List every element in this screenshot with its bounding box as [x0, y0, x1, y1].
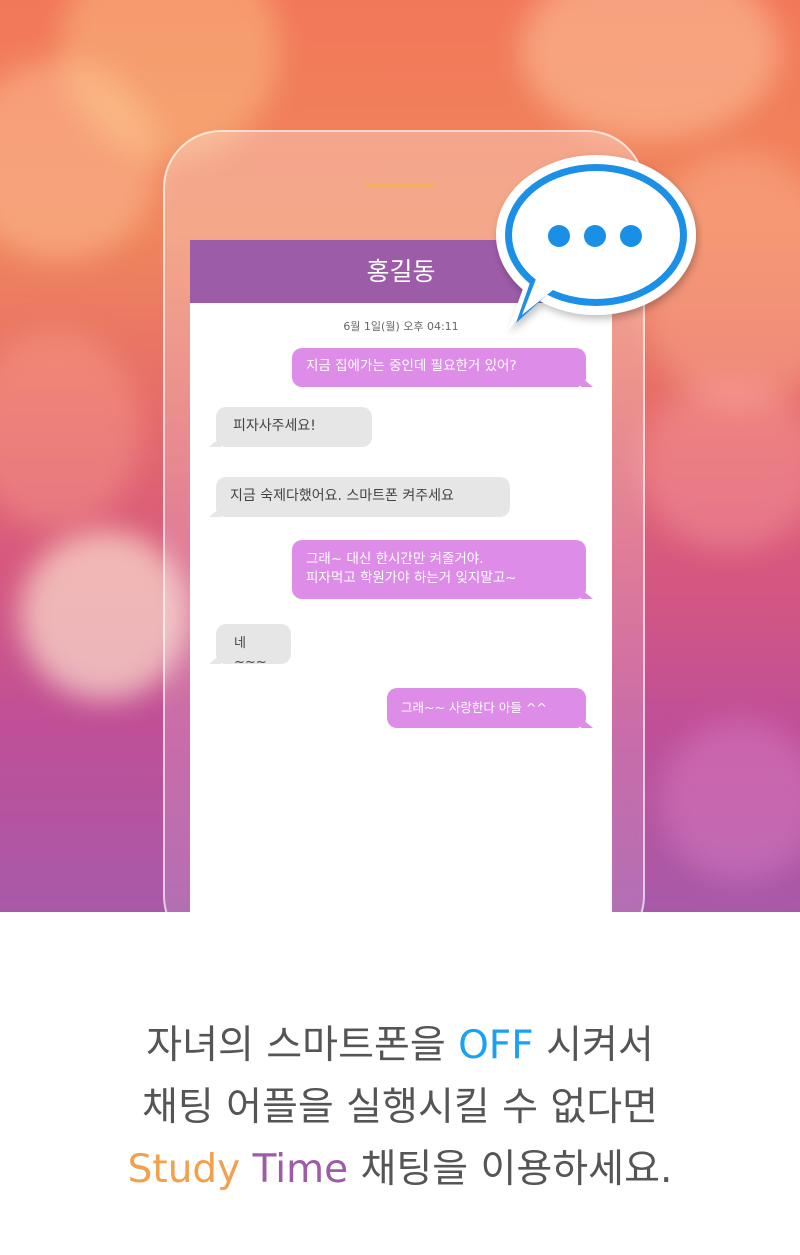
message-bubble-incoming: 네~~~: [209, 624, 291, 670]
message-bubble-incoming: 지금 숙제다했어요. 스마트폰 켜주세요: [209, 477, 510, 517]
promo-caption: 자녀의 스마트폰을 OFF 시켜서 채팅 어플을 실행시킬 수 없다면 Stud…: [0, 1015, 800, 1201]
caption-line-3: Study Time 채팅을 이용하세요.: [127, 1147, 673, 1192]
time-highlight: Time: [252, 1147, 349, 1192]
chat-screen: 홍길동 6월 1일(월) 오후 04:11 지금 집에가는 중인데 필요한거 있…: [190, 240, 612, 912]
phone-speaker: [365, 183, 435, 188]
caption-line-1: 자녀의 스마트폰을 OFF 시켜서: [146, 1023, 654, 1068]
study-highlight: Study: [127, 1147, 241, 1192]
message-bubble-outgoing: 그래~~ 사랑한다 아들 ^^: [387, 688, 593, 728]
off-highlight: OFF: [458, 1023, 534, 1068]
message-bubble-outgoing: 지금 집에가는 중인데 필요한거 있어?: [292, 348, 593, 387]
message-bubble-incoming: 피자사주세요!: [209, 407, 372, 447]
message-bubble-outgoing: 그래~ 대신 한시간만 켜줄거야. 피자먹고 학원가야 하는거 잊지말고~: [292, 540, 593, 599]
speech-bubble-typing-icon: [496, 155, 696, 330]
caption-line-2: 채팅 어플을 실행시킬 수 없다면: [141, 1085, 659, 1130]
